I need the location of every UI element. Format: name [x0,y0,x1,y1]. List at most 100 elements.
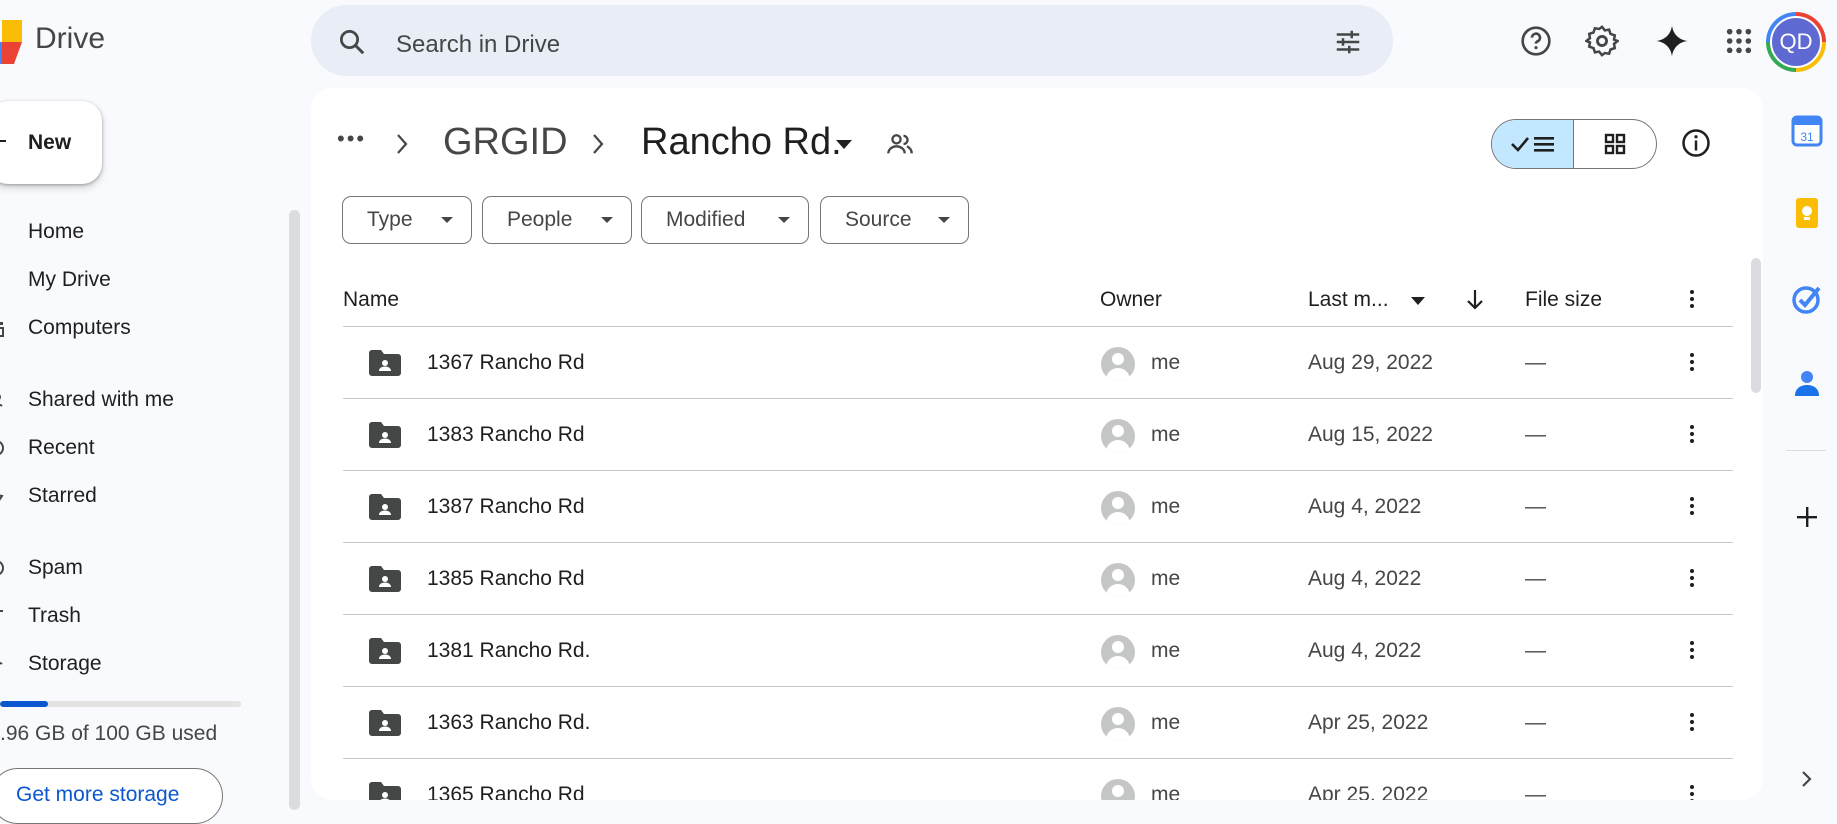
table-row[interactable]: 1387 Rancho Rd me Aug 4, 2022 — [343,471,1733,543]
table-row[interactable]: 1367 Rancho Rd me Aug 29, 2022 — [343,327,1733,399]
sidebar-item-home[interactable]: Home [0,212,270,252]
new-button[interactable]: New [0,101,102,184]
owner-avatar-icon [1101,635,1135,669]
more-actions-icon[interactable] [1689,425,1695,446]
filter-label: Type [367,208,413,231]
storage-usage-bar [0,701,241,707]
last-modified: Apr 25, 2022 [1308,783,1429,800]
list-view-button[interactable] [1492,120,1574,168]
file-name[interactable]: 1365 Rancho Rd [427,783,585,800]
more-vert-icon[interactable] [1689,290,1695,311]
dropdown-arrow-icon [601,217,613,223]
breadcrumb-parent[interactable]: GRGID [443,121,568,164]
table-row[interactable]: 1385 Rancho Rd me Aug 4, 2022 — [343,543,1733,615]
table-row[interactable]: 1363 Rancho Rd. me Apr 25, 2022 — [343,687,1733,759]
owner-name: me [1151,423,1181,446]
apps-grid-icon[interactable] [1719,21,1759,61]
view-toggle[interactable] [1491,119,1657,169]
more-actions-icon[interactable] [1689,497,1695,518]
filter-source-chip[interactable]: Source [820,196,969,244]
shared-icon [0,390,6,410]
sidebar-item-label: Starred [28,484,97,507]
owner-name: me [1151,639,1181,662]
search-options-icon[interactable] [1333,27,1363,57]
last-modified: Aug 15, 2022 [1308,423,1433,446]
file-name[interactable]: 1387 Rancho Rd [427,495,585,519]
info-icon[interactable] [1681,128,1711,158]
breadcrumb-more-button[interactable]: ••• [337,126,366,152]
sidebar-item-storage[interactable]: Storage [0,644,270,684]
file-name[interactable]: 1363 Rancho Rd. [427,711,590,735]
sidebar-item-shared[interactable]: Shared with me [0,380,270,420]
tasks-icon[interactable] [1790,282,1824,316]
sidebar-item-recent[interactable]: Recent [0,428,270,468]
owner-avatar-icon [1101,347,1135,381]
file-name[interactable]: 1383 Rancho Rd [427,423,585,447]
last-modified: Aug 29, 2022 [1308,351,1433,374]
account-avatar[interactable]: QD [1766,12,1826,72]
computers-icon [0,318,6,338]
table-row[interactable]: 1383 Rancho Rd me Aug 15, 2022 — [343,399,1733,471]
more-actions-icon[interactable] [1689,641,1695,662]
more-actions-icon[interactable] [1689,713,1695,734]
expand-side-panel-icon[interactable] [1790,762,1824,796]
add-addon-icon[interactable] [1790,500,1824,534]
dropdown-arrow-icon[interactable] [836,140,852,150]
contacts-icon[interactable] [1790,366,1824,400]
keep-icon[interactable] [1790,196,1824,230]
sidebar-item-spam[interactable]: Spam [0,548,270,588]
help-icon[interactable] [1516,21,1556,61]
filter-people-chip[interactable]: People [482,196,632,244]
search-input[interactable]: Search in Drive [396,31,560,59]
star-icon [0,486,6,506]
column-name-header[interactable]: Name [343,288,399,312]
more-actions-icon[interactable] [1689,353,1695,374]
filter-type-chip[interactable]: Type [342,196,472,244]
column-owner-header[interactable]: Owner [1100,288,1162,312]
filter-label: Source [845,208,912,231]
avatar-initials: QD [1770,16,1822,68]
more-actions-icon[interactable] [1689,569,1695,590]
search-bar[interactable]: Search in Drive [311,5,1393,76]
file-name[interactable]: 1367 Rancho Rd [427,351,585,375]
last-modified: Aug 4, 2022 [1308,639,1422,662]
more-actions-icon[interactable] [1689,785,1695,800]
breadcrumb-current[interactable]: Rancho Rd. [641,121,842,164]
last-modified: Aug 4, 2022 [1308,495,1422,518]
plus-icon [0,140,6,142]
shared-folder-icon [369,710,401,736]
recent-icon [0,438,6,458]
column-modified-header[interactable]: Last m... [1308,288,1389,312]
sidebar-item-label: Trash [28,604,81,627]
chevron-right-icon [591,132,605,156]
shared-folder-icon [369,422,401,448]
table-row[interactable]: 1381 Rancho Rd. me Aug 4, 2022 — [343,615,1733,687]
table-row[interactable]: 1365 Rancho Rd me Apr 25, 2022 — [343,759,1733,800]
spam-icon [0,558,6,578]
file-name[interactable]: 1385 Rancho Rd [427,567,585,591]
sidebar-item-computers[interactable]: Computers [0,308,270,348]
owner-name: me [1151,351,1181,374]
calendar-icon[interactable]: 31 [1790,114,1824,148]
gemini-sparkle-icon[interactable] [1652,21,1692,61]
sidebar-item-starred[interactable]: Starred [0,476,270,516]
column-size-header[interactable]: File size [1525,288,1602,312]
settings-icon[interactable] [1582,21,1622,61]
dropdown-arrow-icon[interactable] [1411,297,1425,306]
file-size: — [1525,495,1546,518]
drive-logo[interactable] [0,20,22,64]
shared-people-icon[interactable] [886,130,914,158]
owner-avatar-icon [1101,707,1135,741]
sort-arrow-down-icon[interactable] [1465,288,1485,312]
sidebar-scrollbar[interactable] [289,210,300,810]
file-name[interactable]: 1381 Rancho Rd. [427,639,590,663]
filter-modified-chip[interactable]: Modified [641,196,809,244]
sidebar-item-trash[interactable]: Trash [0,596,270,636]
main-scrollbar[interactable] [1751,258,1761,393]
get-more-storage-button[interactable]: Get more storage [0,768,223,824]
search-icon[interactable] [337,27,367,57]
app-title[interactable]: Drive [35,22,105,56]
shared-folder-icon [369,566,401,592]
grid-view-button[interactable] [1574,120,1656,168]
sidebar-item-my-drive[interactable]: My Drive [0,260,270,300]
